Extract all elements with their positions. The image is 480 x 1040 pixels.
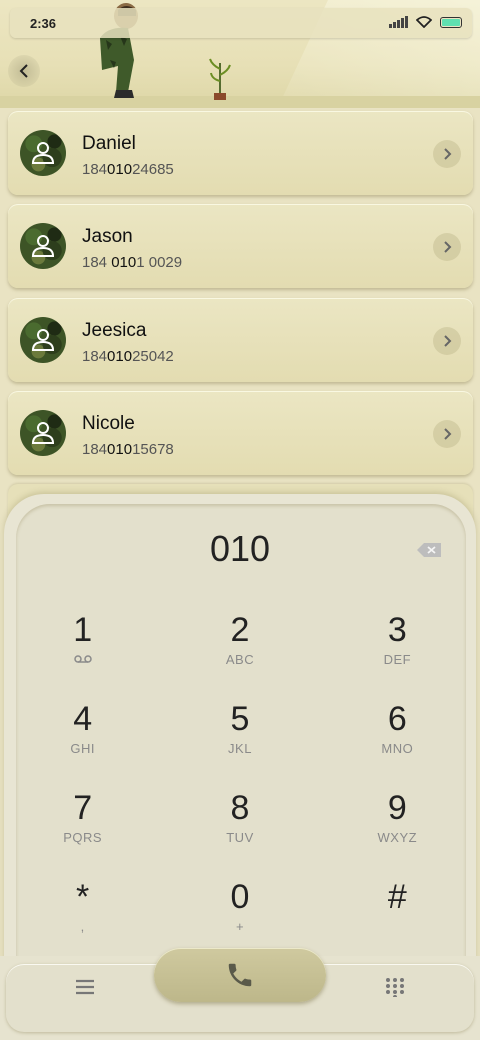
- number-prefix: 184: [82, 161, 108, 178]
- number-suffix: 15678: [132, 441, 174, 458]
- contact-detail-button[interactable]: [433, 420, 461, 448]
- number-match: 010: [111, 254, 137, 271]
- dial-key-letters: GHI: [70, 741, 95, 756]
- contact-avatar-icon: [31, 422, 55, 444]
- dialpad-panel: 010 1 2 ABC 3 DEF 4 GHI 5 JKL 6 MNO 7 PQRS 8 TUV 9 WXYZ…: [4, 494, 476, 964]
- contact-avatar: [20, 317, 66, 363]
- contact-number: 18401024685: [82, 161, 174, 178]
- dial-key[interactable]: 1: [4, 610, 161, 699]
- dial-key-digit: 3: [387, 611, 407, 649]
- wifi-icon: [416, 16, 432, 28]
- dial-key[interactable]: 7 PQRS: [4, 788, 161, 877]
- back-button[interactable]: [8, 55, 40, 87]
- menu-icon[interactable]: [72, 976, 98, 998]
- contact-number: 18401025042: [82, 348, 174, 365]
- dial-key[interactable]: #: [319, 877, 476, 966]
- dial-key[interactable]: 8 TUV: [161, 788, 318, 877]
- dialpad-grid-icon[interactable]: [385, 977, 405, 997]
- dial-key-letters: DEF: [383, 652, 412, 667]
- call-button[interactable]: [154, 948, 326, 1002]
- number-suffix: 25042: [132, 348, 174, 365]
- dial-key-letters: WXYZ: [377, 830, 418, 845]
- keypad: 1 2 ABC 3 DEF 4 GHI 5 JKL 6 MNO 7 PQRS 8 TUV 9 WXYZ *, 0 +…: [4, 610, 476, 966]
- dial-key-letters: MNO: [381, 741, 414, 756]
- number-prefix: 184: [82, 348, 108, 365]
- dial-key-digit: 6: [387, 700, 407, 738]
- contact-number: 18401015678: [82, 441, 174, 458]
- contact-card[interactable]: Jason 184 0101 0029: [8, 204, 473, 288]
- back-icon: [19, 64, 28, 78]
- voicemail-icon: [4, 652, 161, 667]
- number-match: 010: [107, 161, 133, 178]
- contact-avatar: [20, 130, 66, 176]
- dial-key-digit: 4: [73, 700, 93, 738]
- contact-avatar: [20, 410, 66, 456]
- dial-key[interactable]: 6 MNO: [319, 699, 476, 788]
- contact-name: Daniel: [82, 133, 136, 154]
- number-match: 010: [107, 348, 133, 365]
- contact-avatar-icon: [31, 142, 55, 164]
- dial-key-letters: ABC: [225, 652, 255, 667]
- dial-key-letters: TUV: [226, 830, 254, 845]
- contact-card[interactable]: Jeesica 18401025042: [8, 298, 473, 382]
- dial-key[interactable]: 3 DEF: [319, 610, 476, 699]
- backspace-icon[interactable]: [416, 542, 442, 558]
- dial-key-letters: ,: [80, 919, 85, 934]
- number-suffix: 1 0029: [136, 254, 183, 271]
- number-match: 010: [107, 441, 133, 458]
- signal-icon: [389, 16, 408, 28]
- contact-detail-button[interactable]: [433, 140, 461, 168]
- dial-key-digit: 1: [73, 611, 93, 649]
- plant-illustration: [209, 58, 231, 100]
- battery-icon: [440, 16, 462, 28]
- contact-detail-button[interactable]: [433, 327, 461, 355]
- contact-name: Jeesica: [82, 320, 147, 341]
- dial-key-digit: 5: [230, 700, 250, 738]
- header-banner: 2:36: [0, 0, 480, 108]
- banner-floor: [0, 96, 480, 108]
- dial-key-digit: *: [76, 878, 90, 916]
- status-bar: 2:36: [10, 8, 472, 38]
- dial-key[interactable]: 2 ABC: [161, 610, 318, 699]
- dial-key-digit: 7: [73, 789, 93, 827]
- phone-icon: [228, 963, 252, 987]
- chevron-right-icon: [444, 148, 452, 160]
- dial-key-digit: 9: [387, 789, 407, 827]
- dial-key[interactable]: 9 WXYZ: [319, 788, 476, 877]
- chevron-right-icon: [444, 241, 452, 253]
- contact-detail-button[interactable]: [433, 233, 461, 261]
- dial-key[interactable]: *,: [4, 877, 161, 966]
- dial-key-digit: 2: [230, 611, 250, 649]
- contact-avatar: [20, 223, 66, 269]
- chevron-right-icon: [444, 428, 452, 440]
- dial-key-digit: 8: [230, 789, 250, 827]
- dial-key-digit: #: [387, 878, 407, 916]
- dial-key[interactable]: 5 JKL: [161, 699, 318, 788]
- contact-card[interactable]: Daniel 18401024685: [8, 111, 473, 195]
- contact-avatar-icon: [31, 235, 55, 257]
- dial-key[interactable]: 4 GHI: [4, 699, 161, 788]
- dial-key-letters: +: [235, 919, 245, 934]
- dial-key-letters: PQRS: [63, 830, 103, 845]
- chevron-right-icon: [444, 335, 452, 347]
- contact-name: Jason: [82, 226, 133, 247]
- contact-card[interactable]: Nicole 18401015678: [8, 391, 473, 475]
- dialed-number: 010: [209, 528, 271, 569]
- contact-avatar-icon: [31, 329, 55, 351]
- dial-key-digit: 0: [230, 878, 250, 916]
- dial-key-letters: JKL: [228, 741, 252, 756]
- contact-number: 184 0101 0029: [82, 254, 182, 271]
- contact-name: Nicole: [82, 413, 135, 434]
- number-prefix: 184: [82, 254, 112, 271]
- number-prefix: 184: [82, 441, 108, 458]
- status-time: 2:36: [30, 16, 57, 31]
- number-suffix: 24685: [132, 161, 174, 178]
